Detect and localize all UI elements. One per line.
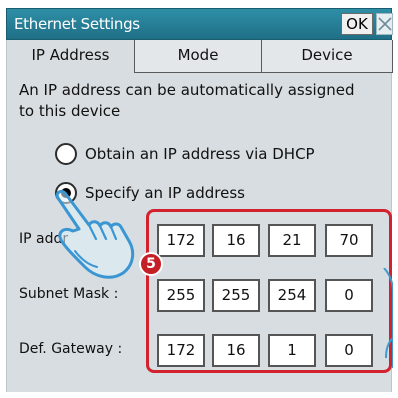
- ok-button[interactable]: OK: [341, 13, 373, 35]
- description-text: An IP address can be automatically assig…: [19, 81, 355, 120]
- close-icon: [378, 17, 392, 31]
- highlight-frame: [146, 209, 392, 373]
- title-bar: Ethernet Settings OK: [6, 8, 393, 40]
- default-gateway-label: Def. Gateway :: [19, 341, 123, 357]
- radio-option-dhcp[interactable]: Obtain an IP address via DHCP: [55, 141, 355, 167]
- dialog-title: Ethernet Settings: [14, 15, 140, 33]
- callout-arc: [383, 268, 393, 368]
- hand-pointer-icon: [55, 189, 135, 279]
- radio-label-dhcp: Obtain an IP address via DHCP: [85, 145, 315, 163]
- tab-device[interactable]: Device: [262, 40, 393, 73]
- tab-ip-address[interactable]: IP Address: [7, 40, 135, 73]
- tab-mode[interactable]: Mode: [135, 40, 262, 73]
- close-button[interactable]: [376, 13, 393, 35]
- radio-button-dhcp[interactable]: [55, 143, 77, 165]
- tab-strip: IP Address Mode Device: [7, 40, 393, 73]
- step-number-badge: 5: [139, 252, 163, 276]
- dialog-body: IP Address Mode Device An IP address can…: [6, 40, 393, 392]
- ethernet-settings-dialog: Ethernet Settings OK IP Address Mode Dev…: [0, 0, 398, 398]
